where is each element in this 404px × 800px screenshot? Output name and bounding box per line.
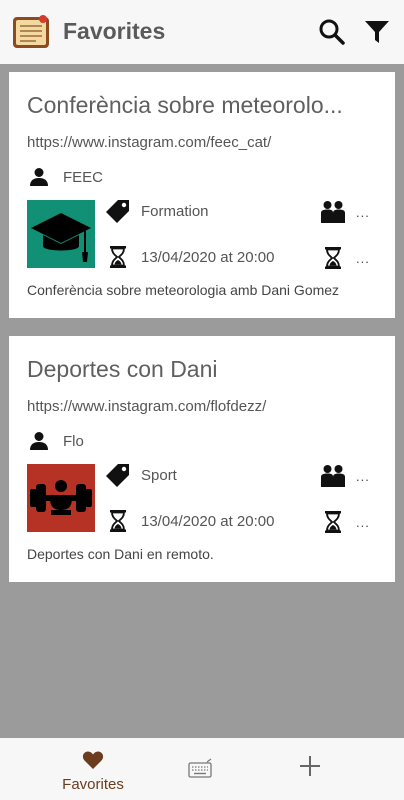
keyboard-icon[interactable] [188, 758, 214, 780]
card-url[interactable]: https://www.instagram.com/flofdezz/ [27, 398, 266, 415]
date-row: 13/04/2020 at 20:00 [105, 508, 274, 534]
card-description: Conferència sobre meteorologia amb Dani … [27, 282, 340, 298]
hourglass-icon [325, 247, 341, 269]
app-bar: Favorites [0, 0, 404, 64]
bottom-navigation: Favorites [0, 738, 404, 800]
filter-icon[interactable] [363, 18, 391, 46]
category-label: Formation [141, 202, 209, 220]
owner-name: FEEC [63, 168, 104, 186]
duration-value: ... [356, 514, 370, 530]
category-label: Sport [141, 466, 177, 484]
participants-value: ... [356, 204, 370, 220]
tag-icon [106, 464, 129, 487]
category-row: Sport [105, 462, 177, 488]
participants-row: ... [320, 198, 370, 226]
heart-icon [82, 751, 104, 769]
weightlifting-icon [27, 464, 95, 532]
add-icon[interactable] [298, 754, 322, 778]
nav-favorites-label: Favorites [62, 776, 124, 793]
search-icon[interactable] [318, 18, 346, 46]
owner-row: FEEC [29, 165, 103, 189]
owner-row: Flo [29, 429, 84, 453]
notebook-logo-icon [13, 15, 49, 48]
favorite-card[interactable]: Deportes con Dani https://www.instagram.… [9, 336, 395, 582]
graduation-cap-icon [27, 200, 95, 268]
duration-row: ... [320, 508, 370, 536]
hourglass-icon [110, 510, 126, 532]
event-date: 13/04/2020 at 20:00 [141, 512, 275, 530]
owner-name: Flo [63, 432, 84, 450]
duration-row: ... [320, 244, 370, 272]
participants-row: ... [320, 462, 370, 490]
duration-value: ... [356, 250, 370, 266]
hourglass-icon [325, 511, 341, 533]
nav-favorites-button[interactable]: Favorites [50, 746, 136, 796]
card-title: Deportes con Dani [27, 356, 218, 382]
page-title: Favorites [63, 18, 166, 44]
card-url[interactable]: https://www.instagram.com/feec_cat/ [27, 134, 271, 151]
card-description: Deportes con Dani en remoto. [27, 546, 214, 562]
event-date: 13/04/2020 at 20:00 [141, 248, 275, 266]
person-icon [30, 168, 48, 186]
tag-icon [106, 200, 129, 223]
card-title: Conferència sobre meteorolo... [27, 92, 343, 118]
group-icon [321, 201, 345, 223]
participants-value: ... [356, 468, 370, 484]
person-icon [30, 432, 48, 450]
favorite-card[interactable]: Conferència sobre meteorolo... https://w… [9, 72, 395, 318]
group-icon [321, 465, 345, 487]
hourglass-icon [110, 246, 126, 268]
date-row: 13/04/2020 at 20:00 [105, 244, 274, 270]
category-row: Formation [105, 198, 209, 224]
